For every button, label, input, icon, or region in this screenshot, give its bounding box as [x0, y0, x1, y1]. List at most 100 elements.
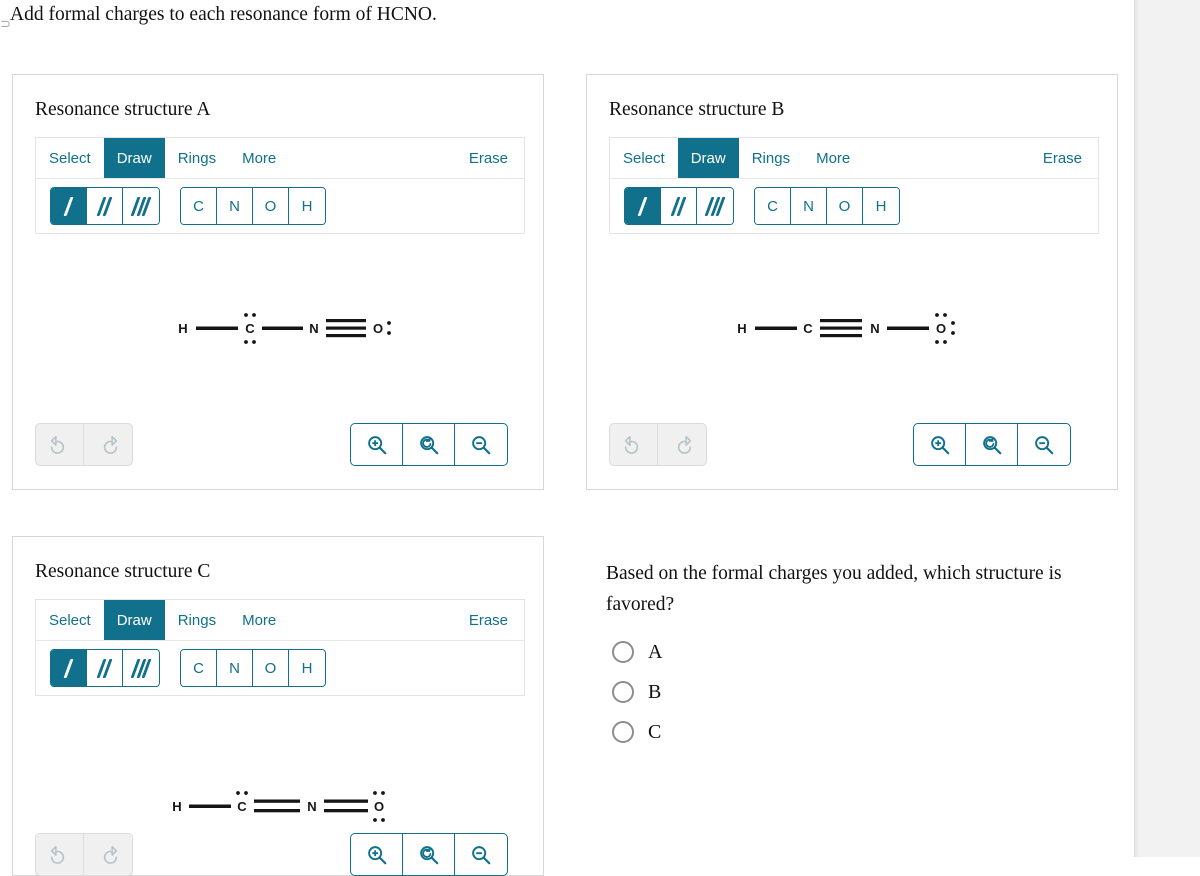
atom-button-o[interactable]: O: [253, 188, 289, 224]
erase-button[interactable]: Erase: [453, 138, 524, 178]
editor-tool-row: C N O H: [36, 641, 524, 695]
undo-button[interactable]: [610, 424, 658, 465]
choice-label-c: C: [648, 720, 662, 743]
double-bond-button[interactable]: [661, 188, 697, 224]
atom-button-h[interactable]: H: [289, 188, 325, 224]
structure-b-drawing: H C N O: [737, 313, 955, 344]
svg-text:H: H: [172, 799, 181, 814]
tab-draw[interactable]: Draw: [103, 138, 165, 178]
page-scrollbar[interactable]: [1135, 0, 1138, 857]
history-controls-b: [609, 423, 707, 466]
atom-button-o[interactable]: O: [253, 650, 289, 686]
redo-button[interactable]: [84, 424, 132, 465]
zoom-in-button[interactable]: [914, 424, 966, 465]
double-bond-button[interactable]: [87, 188, 123, 224]
tab-draw[interactable]: Draw: [103, 600, 165, 640]
triple-bond-icon: [130, 196, 152, 216]
atom-label-h: H: [301, 197, 313, 215]
redo-icon: [103, 435, 118, 454]
single-bond-button[interactable]: [51, 188, 87, 224]
atom-button-o[interactable]: O: [827, 188, 863, 224]
choice-label-a: A: [648, 640, 663, 663]
zoom-reset-button[interactable]: [966, 424, 1018, 465]
tab-more[interactable]: More: [229, 600, 290, 640]
single-bond-icon: [637, 196, 648, 216]
redo-button[interactable]: [84, 834, 132, 875]
molecule-editor-c: Select Draw Rings More Erase C N O H: [35, 599, 525, 696]
choice-label-b: B: [648, 680, 662, 703]
triple-bond-button[interactable]: [123, 650, 159, 686]
tab-draw[interactable]: Draw: [677, 138, 739, 178]
tab-select[interactable]: Select: [610, 138, 678, 178]
atom-button-n[interactable]: N: [217, 650, 253, 686]
atom-label-n: N: [229, 197, 240, 215]
svg-text:H: H: [178, 321, 187, 336]
erase-button[interactable]: Erase: [453, 600, 524, 640]
single-bond-button[interactable]: [51, 650, 87, 686]
choice-b[interactable]: B: [612, 672, 662, 712]
zoom-in-button[interactable]: [351, 424, 403, 465]
tab-rings[interactable]: Rings: [738, 138, 804, 178]
zoom-controls-b: [913, 423, 1071, 466]
redo-icon: [103, 845, 118, 864]
choice-a[interactable]: A: [612, 632, 662, 672]
undo-icon: [50, 845, 64, 864]
zoom-reset-button[interactable]: [403, 834, 455, 875]
zoom-out-button[interactable]: [455, 424, 507, 465]
zoom-in-icon: [367, 435, 386, 454]
double-bond-icon: [96, 658, 113, 678]
zoom-out-icon: [1035, 435, 1054, 454]
molecule-editor-b: Select Draw Rings More Erase C N O H: [609, 137, 1099, 234]
svg-text:C: C: [237, 799, 247, 814]
atom-label-h: H: [875, 197, 887, 215]
svg-text:N: N: [309, 321, 318, 336]
undo-button[interactable]: [36, 834, 84, 875]
tab-more[interactable]: More: [803, 138, 864, 178]
svg-text:C: C: [245, 321, 255, 336]
atom-button-n[interactable]: N: [791, 188, 827, 224]
erase-button[interactable]: Erase: [1027, 138, 1098, 178]
atom-tool-group: C N O H: [754, 187, 900, 225]
double-bond-icon: [670, 196, 687, 216]
atom-button-c[interactable]: C: [755, 188, 791, 224]
radio-c[interactable]: [612, 721, 634, 743]
triple-bond-button[interactable]: [697, 188, 733, 224]
tab-rings[interactable]: Rings: [164, 138, 230, 178]
atom-button-h[interactable]: H: [289, 650, 325, 686]
molecule-canvas-b[interactable]: H C N O: [609, 253, 1099, 403]
zoom-reset-button[interactable]: [403, 424, 455, 465]
atom-label-n: N: [803, 197, 814, 215]
atom-button-c[interactable]: C: [181, 650, 217, 686]
zoom-reset-icon: [419, 435, 438, 454]
panel-title-c: Resonance structure C: [35, 561, 211, 582]
zoom-out-button[interactable]: [1018, 424, 1070, 465]
redo-button[interactable]: [658, 424, 706, 465]
radio-b[interactable]: [612, 681, 634, 703]
tab-rings[interactable]: Rings: [164, 600, 230, 640]
molecule-canvas-a[interactable]: H C N O: [35, 253, 525, 403]
atom-button-n[interactable]: N: [217, 188, 253, 224]
single-bond-icon: [63, 658, 74, 678]
tab-select[interactable]: Select: [36, 600, 104, 640]
double-bond-button[interactable]: [87, 650, 123, 686]
triple-bond-button[interactable]: [123, 188, 159, 224]
zoom-in-button[interactable]: [351, 834, 403, 875]
choice-c[interactable]: C: [612, 712, 662, 752]
svg-text:O: O: [373, 321, 383, 336]
atom-button-h[interactable]: H: [863, 188, 899, 224]
undo-button[interactable]: [36, 424, 84, 465]
zoom-out-button[interactable]: [455, 834, 507, 875]
triple-bond-icon: [130, 658, 152, 678]
atom-tool-group: C N O H: [180, 649, 326, 687]
molecule-canvas-c[interactable]: H C N O: [35, 713, 525, 833]
editor-tab-row: Select Draw Rings More Erase: [610, 138, 1098, 179]
single-bond-button[interactable]: [625, 188, 661, 224]
tab-more[interactable]: More: [229, 138, 290, 178]
resonance-panel-c: Resonance structure C Select Draw Rings …: [12, 536, 544, 876]
answer-choices: A B C: [612, 632, 662, 752]
tab-select[interactable]: Select: [36, 138, 104, 178]
atom-button-c[interactable]: C: [181, 188, 217, 224]
svg-text:O: O: [936, 321, 946, 336]
radio-a[interactable]: [612, 641, 634, 663]
